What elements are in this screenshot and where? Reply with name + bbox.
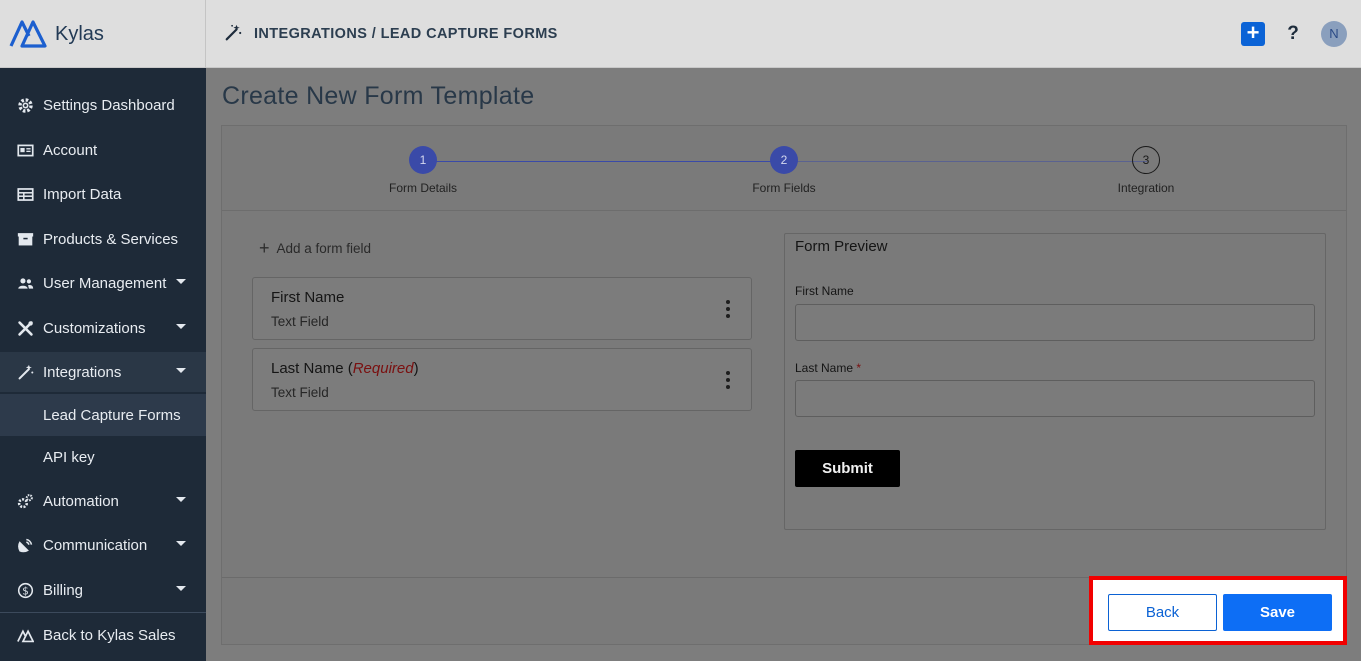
more-options-icon[interactable] — [725, 300, 731, 318]
cogs-icon — [16, 492, 34, 510]
form-field-type: Text Field — [271, 385, 329, 400]
sidebar-item-products-services[interactable]: Products & Services — [0, 219, 206, 259]
required-tag: Required — [352, 360, 414, 377]
sidebar-item-label: Customizations — [43, 319, 146, 337]
chevron-down-icon — [176, 324, 186, 329]
chevron-down-icon — [176, 368, 186, 373]
form-field-name-text: Last Name — [271, 360, 344, 377]
sidebar-item-label: Communication — [43, 536, 148, 554]
satellite-icon — [16, 536, 34, 554]
preview-submit-button[interactable]: Submit — [795, 450, 900, 487]
plus-icon: + — [259, 238, 270, 258]
top-bar: Kylas INTEGRATIONS / LEAD CAPTURE FORMS … — [0, 0, 1361, 68]
form-field-type: Text Field — [271, 314, 329, 329]
sidebar: Settings Dashboard Account Import Data P… — [0, 68, 206, 661]
sidebar-item-back-to-kylas-sales[interactable]: Back to Kylas Sales — [0, 615, 206, 655]
form-preview: Form Preview First Name Last Name * Subm… — [784, 233, 1326, 530]
sidebar-item-label: Settings Dashboard — [43, 96, 175, 114]
step-2-indicator[interactable]: 2 — [770, 146, 798, 174]
step-2-label: Form Fields — [752, 181, 816, 195]
required-mark: * — [856, 361, 862, 375]
stepper-line-pending — [797, 161, 1147, 162]
preview-field-label-text: Last Name — [795, 361, 854, 375]
sidebar-item-account[interactable]: Account — [0, 130, 206, 170]
stepper: 1 Form Details 2 Form Fields 3 Integrati… — [222, 126, 1346, 211]
sidebar-item-label: Automation — [43, 492, 119, 510]
more-options-icon[interactable] — [725, 371, 731, 389]
users-icon — [16, 274, 34, 292]
sidebar-item-label: Billing — [43, 581, 84, 599]
chevron-down-icon — [176, 279, 186, 284]
header-actions: + ? N — [1241, 21, 1347, 47]
form-field-card[interactable]: First Name Text Field — [252, 277, 752, 340]
dollar-icon: $ — [16, 581, 34, 599]
sidebar-item-import-data[interactable]: Import Data — [0, 174, 206, 214]
add-form-field-button[interactable]: + Add a form field — [259, 238, 371, 259]
app-logo[interactable]: Kylas — [0, 0, 206, 68]
step-3-label: Integration — [1117, 181, 1175, 195]
chevron-down-icon — [176, 497, 186, 502]
step-1-indicator[interactable]: 1 — [409, 146, 437, 174]
breadcrumb: INTEGRATIONS / LEAD CAPTURE FORMS — [224, 24, 558, 44]
step-3-indicator[interactable]: 3 — [1132, 146, 1160, 174]
box-icon — [16, 230, 34, 248]
sidebar-item-settings-dashboard[interactable]: Settings Dashboard — [0, 85, 206, 125]
preview-field-label: Last Name * — [795, 361, 861, 375]
sidebar-item-label: Back to Kylas Sales — [43, 626, 176, 644]
save-button[interactable]: Save — [1223, 594, 1332, 631]
sidebar-item-label: User Management — [43, 274, 167, 292]
sidebar-item-automation[interactable]: Automation — [0, 481, 206, 521]
help-button[interactable]: ? — [1281, 22, 1305, 46]
gear-icon — [16, 96, 34, 114]
sidebar-item-billing[interactable]: $ Billing — [0, 570, 206, 610]
plus-icon: + — [1246, 20, 1260, 45]
id-card-icon — [16, 141, 34, 159]
sidebar-item-integrations[interactable]: Integrations — [0, 352, 206, 392]
kylas-logo-icon — [9, 16, 47, 53]
app-name: Kylas — [55, 22, 104, 45]
step-1-label: Form Details — [388, 181, 457, 195]
sidebar-item-label: Integrations — [43, 363, 122, 381]
form-field-name: First Name — [271, 289, 345, 306]
chevron-down-icon — [176, 541, 186, 546]
form-preview-title: Form Preview — [795, 238, 888, 255]
sidebar-subitem-label: API key — [43, 448, 95, 466]
sidebar-subitem-label: Lead Capture Forms — [43, 406, 181, 424]
preview-last-name-input[interactable] — [795, 380, 1315, 417]
page-title: Create New Form Template — [222, 82, 535, 110]
add-form-field-label: Add a form field — [276, 241, 372, 256]
avatar[interactable]: N — [1321, 21, 1347, 47]
chevron-down-icon — [176, 586, 186, 591]
preview-first-name-input[interactable] — [795, 304, 1315, 341]
stepper-line-complete — [423, 161, 785, 162]
preview-field-label: First Name — [795, 284, 854, 298]
table-icon — [16, 185, 34, 203]
sidebar-item-label: Products & Services — [43, 230, 179, 248]
breadcrumb-text: INTEGRATIONS / LEAD CAPTURE FORMS — [254, 26, 558, 42]
form-field-name: Last Name (Required) — [271, 360, 419, 377]
kylas-logo-icon — [16, 626, 34, 644]
magic-wand-icon — [224, 24, 244, 44]
sidebar-item-customizations[interactable]: Customizations — [0, 308, 206, 348]
sidebar-subitem-api-key[interactable]: API key — [0, 436, 206, 478]
back-button[interactable]: Back — [1108, 594, 1217, 631]
tools-icon — [16, 319, 34, 337]
sidebar-item-label: Import Data — [43, 185, 122, 203]
magic-wand-icon — [16, 363, 34, 381]
sidebar-divider — [0, 612, 206, 613]
sidebar-item-user-management[interactable]: User Management — [0, 263, 206, 303]
form-actions-highlight: Back Save — [1089, 576, 1347, 645]
form-field-card[interactable]: Last Name (Required) Text Field — [252, 348, 752, 411]
svg-text:$: $ — [22, 586, 28, 597]
add-button[interactable]: + — [1241, 22, 1265, 46]
sidebar-item-label: Account — [43, 141, 98, 159]
sidebar-subitem-lead-capture-forms[interactable]: Lead Capture Forms — [0, 394, 206, 436]
sidebar-item-communication[interactable]: Communication — [0, 525, 206, 565]
